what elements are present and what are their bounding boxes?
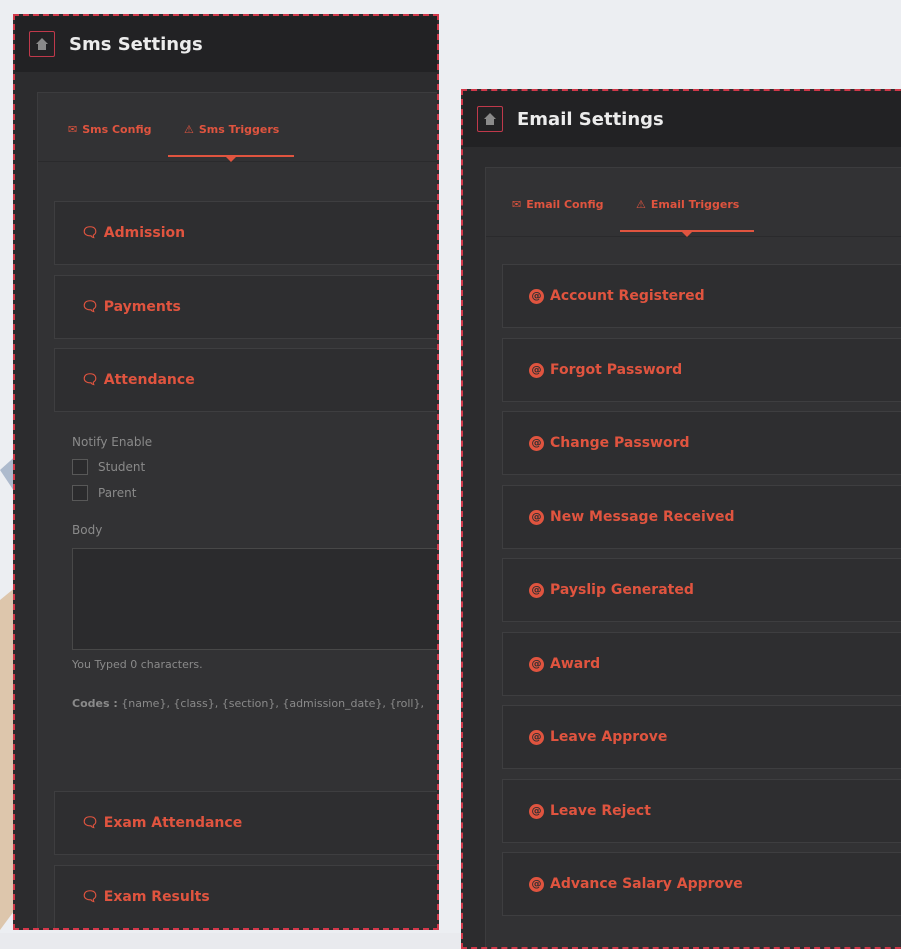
- body-label: Body: [72, 523, 103, 537]
- trigger-label: Award: [550, 656, 601, 672]
- envelope-icon: ✉: [68, 123, 78, 136]
- at-icon: @: [529, 729, 544, 745]
- trigger-award[interactable]: @ Award: [502, 632, 901, 696]
- codes-label: Codes :: [72, 697, 118, 710]
- trigger-payslip-generated[interactable]: @ Payslip Generated: [502, 558, 901, 622]
- char-count-note: You Typed 0 characters.: [72, 658, 203, 671]
- email-settings-panel: Email Settings ✉ Email Config ⚠ Email Tr…: [461, 89, 901, 949]
- sms-panel-header: Sms Settings: [15, 16, 437, 72]
- option-label: Student: [98, 460, 146, 474]
- student-option[interactable]: Student: [72, 459, 152, 475]
- sms-panel-body: ✉ Sms Config ⚠ Sms Triggers 🗨 Admission …: [37, 92, 437, 928]
- trigger-label: Change Password: [550, 435, 690, 451]
- email-panel-header: Email Settings: [463, 91, 901, 147]
- comments-icon: 🗨: [81, 299, 99, 315]
- sms-settings-panel: Sms Settings ✉ Sms Config ⚠ Sms Triggers…: [13, 14, 439, 930]
- tab-label: Email Triggers: [650, 198, 740, 211]
- codes-line: Codes : {name}, {class}, {section}, {adm…: [72, 697, 424, 710]
- tab-sms-config[interactable]: ✉ Sms Config: [68, 123, 151, 136]
- email-panel-body: ✉ Email Config ⚠ Email Triggers @ Account…: [485, 167, 901, 947]
- parent-checkbox[interactable]: [72, 485, 88, 501]
- trigger-forgot-password[interactable]: @ Forgot Password: [502, 338, 901, 402]
- comments-icon: 🗨: [81, 225, 99, 241]
- tab-email-triggers[interactable]: ⚠ Email Triggers: [636, 198, 739, 211]
- at-icon: @: [529, 435, 544, 451]
- trigger-label: Forgot Password: [550, 362, 683, 378]
- student-checkbox[interactable]: [72, 459, 88, 475]
- trigger-admission[interactable]: 🗨 Admission: [54, 201, 437, 265]
- at-icon: @: [529, 656, 544, 672]
- sitemap-icon: ⚠: [636, 198, 646, 211]
- at-icon: @: [529, 582, 544, 598]
- trigger-label: Payments: [103, 299, 181, 315]
- trigger-account-registered[interactable]: @ Account Registered: [502, 264, 901, 328]
- trigger-label: Exam Results: [103, 889, 210, 905]
- trigger-exam-results[interactable]: 🗨 Exam Results: [54, 865, 437, 928]
- trigger-label: Attendance: [103, 372, 195, 388]
- page-title: Email Settings: [517, 108, 664, 130]
- sms-tabs: ✉ Sms Config ⚠ Sms Triggers: [38, 93, 437, 162]
- trigger-payments[interactable]: 🗨 Payments: [54, 275, 437, 339]
- parent-option[interactable]: Parent: [72, 485, 152, 501]
- body-textarea[interactable]: [72, 548, 437, 650]
- trigger-change-password[interactable]: @ Change Password: [502, 411, 901, 475]
- trigger-leave-approve[interactable]: @ Leave Approve: [502, 705, 901, 769]
- comments-icon: 🗨: [81, 372, 99, 388]
- home-icon[interactable]: [477, 106, 503, 132]
- active-tab-indicator: [168, 155, 294, 162]
- trigger-label: Exam Attendance: [103, 815, 243, 831]
- attendance-form: Notify Enable Student Parent Body: [72, 435, 152, 537]
- at-icon: @: [529, 876, 544, 892]
- trigger-new-message-received[interactable]: @ New Message Received: [502, 485, 901, 549]
- comments-icon: 🗨: [81, 889, 99, 905]
- trigger-label: Leave Reject: [550, 803, 651, 819]
- home-icon[interactable]: [29, 31, 55, 57]
- tab-label: Sms Triggers: [198, 123, 280, 136]
- trigger-label: Admission: [103, 225, 186, 241]
- trigger-advance-salary-approve[interactable]: @ Advance Salary Approve: [502, 852, 901, 916]
- sitemap-icon: ⚠: [184, 123, 194, 136]
- trigger-label: Advance Salary Approve: [550, 876, 743, 892]
- active-tab-indicator: [620, 230, 754, 237]
- at-icon: @: [529, 288, 544, 304]
- tab-label: Email Config: [526, 198, 604, 211]
- option-label: Parent: [98, 486, 137, 500]
- tab-email-config[interactable]: ✉ Email Config: [512, 198, 603, 211]
- tab-label: Sms Config: [82, 123, 152, 136]
- trigger-label: Account Registered: [550, 288, 705, 304]
- at-icon: @: [529, 362, 544, 378]
- comments-icon: 🗨: [81, 815, 99, 831]
- envelope-icon: ✉: [512, 198, 522, 211]
- at-icon: @: [529, 803, 544, 819]
- trigger-label: Payslip Generated: [550, 582, 694, 598]
- page-title: Sms Settings: [69, 33, 203, 55]
- trigger-exam-attendance[interactable]: 🗨 Exam Attendance: [54, 791, 437, 855]
- tab-sms-triggers[interactable]: ⚠ Sms Triggers: [184, 123, 279, 136]
- email-tabs: ✉ Email Config ⚠ Email Triggers: [486, 168, 901, 237]
- codes-text: {name}, {class}, {section}, {admission_d…: [121, 697, 424, 710]
- at-icon: @: [529, 509, 544, 525]
- trigger-attendance[interactable]: 🗨 Attendance: [54, 348, 437, 412]
- trigger-label: New Message Received: [550, 509, 735, 525]
- trigger-leave-reject[interactable]: @ Leave Reject: [502, 779, 901, 843]
- notify-label: Notify Enable: [72, 435, 153, 449]
- trigger-label: Leave Approve: [550, 729, 668, 745]
